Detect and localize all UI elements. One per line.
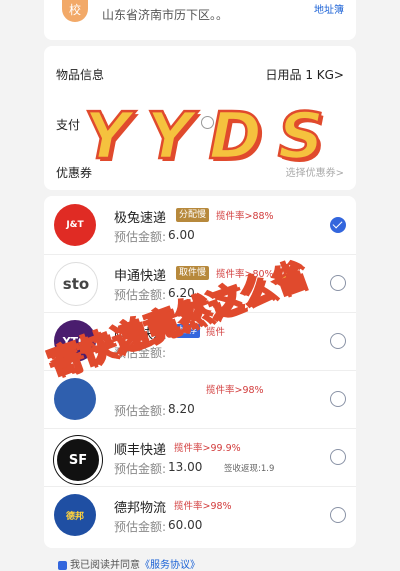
pickup-rate: 揽件率>98% [174,501,232,512]
overlay-title: YYDS [83,99,340,176]
select-radio[interactable] [330,275,346,291]
sender-address-card[interactable]: 校 山东省济南市历下区。。 地址簿 [44,0,356,40]
price-value: 60.00 [168,518,203,532]
select-radio[interactable] [330,507,346,523]
address-text: 山东省济南市历下区。。 [102,8,229,22]
price-label: 预估金额: [114,404,167,418]
goods-info-row[interactable]: 物品信息 日用品 1 KG> [56,66,344,83]
courier-item-sf[interactable]: SF 顺丰快递 揽件率>99.9% 预估金额: 13.00 签收返现:1.9 [44,428,356,487]
agreement-row[interactable]: 我已阅读并同意《服务协议》 [58,556,200,571]
courier-name: 顺丰快递 [114,443,167,458]
sto-express-logo-icon: sto [54,262,98,306]
select-radio[interactable] [330,449,346,465]
price-label: 预估金额: [114,230,167,244]
deppon-logo-icon: 德邦 [54,494,96,536]
courier-name: 德邦物流 [114,501,167,516]
courier-item-deppon[interactable]: 德邦 德邦物流 揽件率>98% 预估金额: 60.00 [44,486,356,544]
select-radio[interactable] [330,217,346,233]
cashback-text: 签收返现:1.9 [224,464,275,474]
price-value: 6.00 [168,228,195,242]
goods-info-label: 物品信息 [56,68,105,82]
sf-express-logo-icon: SF [54,436,102,484]
jt-express-logo-icon: J&T [54,204,96,246]
pickup-rate: 揽件率>99.9% [174,443,241,454]
price-value: 13.00 [168,460,203,474]
agreement-checkbox[interactable] [58,560,67,570]
courier-item-hidden[interactable]: 揽件率>98% 预估金额: 8.20 [44,370,356,429]
price-label: 预估金额: [114,462,167,476]
select-radio[interactable] [330,391,346,407]
courier-tag: 取件慢 [176,266,210,280]
goods-info-value[interactable]: 日用品 1 KG> [266,66,345,83]
payment-label: 支付 [56,118,81,132]
price-value: 8.20 [168,402,195,416]
pickup-rate: 揽件率>98% [206,385,264,396]
courier-item-jt[interactable]: J&T 极兔速递 分配慢 揽件率>88% 预估金额: 6.00 [44,196,356,255]
address-book-link[interactable]: 地址簿 [314,1,344,16]
courier-name: 极兔速递 [114,211,167,226]
pickup-rate: 揽件率>88% [216,211,274,222]
address-type-badge: 校 [62,0,88,22]
price-label: 预估金额: [114,520,167,534]
courier-name: 申通快递 [114,269,167,284]
select-radio[interactable] [330,333,346,349]
courier-tag: 分配慢 [176,208,210,222]
